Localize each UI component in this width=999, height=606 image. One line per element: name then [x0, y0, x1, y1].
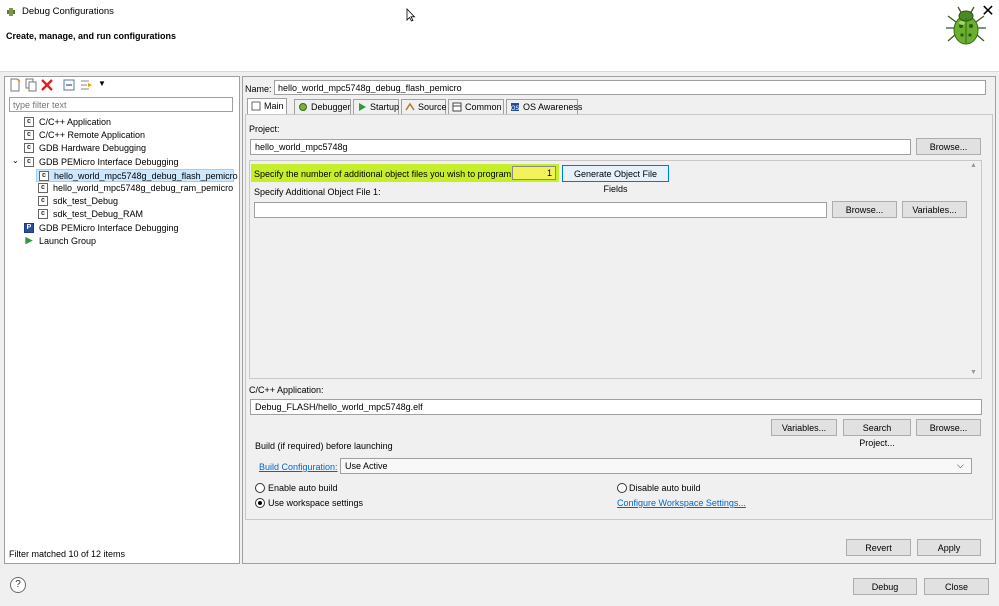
tree-item-label: GDB Hardware Debugging	[39, 143, 147, 154]
common-tab-icon	[452, 102, 462, 112]
debug-app-icon	[7, 8, 15, 16]
tree-item-label: sdk_test_Debug_RAM	[53, 209, 144, 220]
use-workspace-settings-radio[interactable]	[255, 498, 265, 508]
c-icon: c	[24, 156, 34, 167]
generate-object-file-fields-button[interactable]: Generate Object File Fields	[562, 165, 669, 194]
scroll-up-icon[interactable]: ▲	[970, 162, 977, 169]
application-input[interactable]	[250, 399, 982, 415]
use-workspace-settings-label: Use workspace settings	[268, 498, 364, 508]
revert-button[interactable]: Revert	[846, 539, 911, 556]
name-label: Name:	[245, 84, 272, 94]
window-title: Debug Configurations	[22, 6, 114, 17]
object-file-1-variables-button[interactable]: Variables...	[902, 201, 967, 218]
startup-tab-icon	[359, 103, 366, 111]
tree-item-label: hello_world_mpc5748g_debug_flash_pemicro	[54, 170, 238, 181]
config-name-input[interactable]	[274, 80, 986, 95]
apply-button[interactable]: Apply	[917, 539, 981, 556]
object-files-prompt: Specify the number of additional object …	[254, 169, 514, 179]
filter-icon[interactable]	[80, 78, 94, 92]
duplicate-icon[interactable]	[24, 78, 38, 92]
filter-status: Filter matched 10 of 12 items	[9, 549, 126, 559]
enable-auto-build-label: Enable auto build	[268, 483, 338, 493]
object-files-count-input[interactable]: 1	[512, 166, 556, 180]
object-file-1-browse-button[interactable]: Browse...	[832, 201, 897, 218]
tab-debugger-label: Debugger	[311, 102, 351, 112]
project-input[interactable]	[250, 139, 911, 155]
disable-auto-build-label: Disable auto build	[629, 483, 701, 493]
project-browse-button[interactable]: Browse...	[916, 138, 981, 155]
application-browse-button[interactable]: Browse...	[916, 419, 981, 436]
c-icon: c	[24, 143, 34, 154]
tab-source-label: Source	[418, 102, 447, 112]
tab-main[interactable]: Main	[247, 98, 287, 115]
tab-main-label: Main	[264, 101, 284, 111]
tree-item-label: Launch Group	[39, 235, 97, 246]
filter-input[interactable]	[9, 97, 233, 112]
enable-auto-build-radio[interactable]	[255, 483, 265, 493]
configurations-toolbar: ▼	[6, 78, 126, 94]
c-icon: c	[38, 183, 48, 193]
collapse-all-icon[interactable]	[62, 78, 76, 92]
configure-workspace-settings-link[interactable]: Configure Workspace Settings...	[617, 498, 746, 508]
bug-icon	[946, 6, 986, 45]
source-tab-icon	[405, 102, 415, 111]
application-variables-button[interactable]: Variables...	[771, 419, 837, 436]
tab-common-label: Common	[465, 102, 502, 112]
help-icon[interactable]: ?	[10, 577, 26, 593]
c-icon: c	[38, 196, 48, 207]
tree-item-label: hello_world_mpc5748g_debug_ram_pemicro	[53, 183, 234, 193]
filter-dropdown-chevron-icon[interactable]: ▼	[98, 79, 106, 88]
tree-item-label: GDB PEMicro Interface Debugging	[39, 222, 179, 233]
tab-os-awareness[interactable]: OS OS Awareness	[506, 99, 582, 114]
build-group-label: Build (if required) before launching	[255, 441, 393, 451]
object-file-1-input[interactable]	[254, 202, 827, 218]
tab-common[interactable]: Common	[448, 99, 504, 114]
tree-item[interactable]: c hello_world_mpc5748g_debug_flash_pemicr…	[36, 168, 238, 182]
debug-button[interactable]: Debug	[853, 578, 917, 595]
c-icon: c	[24, 130, 34, 141]
build-configuration-link[interactable]: Build Configuration:	[259, 462, 338, 472]
disable-auto-build-radio[interactable]	[617, 483, 627, 493]
delete-icon[interactable]	[40, 78, 54, 92]
object-file-1-label: Specify Additional Object File 1:	[254, 187, 381, 197]
tree-item-label: sdk_test_Debug	[53, 196, 119, 207]
pemicro-icon: P	[24, 222, 34, 233]
debugger-tab-icon	[299, 103, 307, 111]
select-chevron-icon[interactable]: ⌵	[957, 460, 964, 471]
main-tab-icon	[251, 101, 261, 111]
title-bar	[0, 0, 999, 24]
mouse-cursor-icon	[406, 8, 416, 22]
close-button[interactable]: Close	[924, 578, 989, 595]
tab-source[interactable]: Source	[401, 99, 447, 114]
tree-item-label: GDB PEMicro Interface Debugging	[39, 156, 179, 167]
tree-item-label: C/C++ Application	[39, 117, 112, 127]
tab-startup-label: Startup	[370, 102, 400, 112]
launch-icon: ▶	[25, 234, 33, 245]
tab-debugger[interactable]: Debugger	[294, 99, 351, 114]
scroll-down-icon[interactable]: ▼	[970, 369, 977, 376]
build-configuration-select[interactable]: Use Active	[340, 458, 972, 474]
tree-item-label: C/C++ Remote Application	[39, 130, 146, 141]
new-config-icon[interactable]	[8, 78, 22, 92]
svg-text:OS: OS	[511, 105, 520, 112]
project-label: Project:	[249, 124, 280, 134]
search-project-button[interactable]: Search Project...	[843, 419, 911, 448]
os-awareness-tab-icon: OS	[511, 103, 520, 112]
c-icon: c	[39, 170, 49, 181]
expand-chevron-icon[interactable]: ⌄	[12, 157, 20, 165]
banner-title: Create, manage, and run configurations	[6, 31, 177, 41]
c-icon: c	[38, 209, 48, 220]
application-label: C/C++ Application:	[249, 385, 324, 395]
tab-os-awareness-label: OS Awareness	[523, 102, 583, 112]
c-icon: c	[24, 117, 34, 127]
tab-startup[interactable]: Startup	[353, 99, 399, 114]
